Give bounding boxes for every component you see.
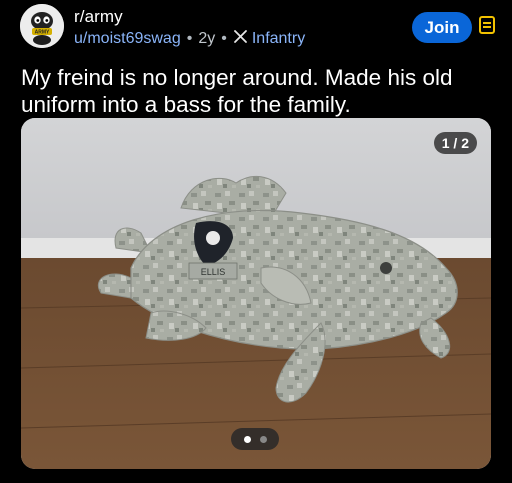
carousel-pager[interactable] <box>231 428 279 450</box>
menu-icon[interactable] <box>479 16 495 34</box>
subreddit-name[interactable]: r/army <box>74 7 123 27</box>
image-counter: 1 / 2 <box>433 132 477 154</box>
post-meta: u/moist69swag • 2y • Infantry <box>74 29 305 49</box>
subreddit-avatar[interactable]: ARMY <box>20 4 64 48</box>
meta-separator-2: • <box>221 30 227 47</box>
crossed-swords-icon <box>233 29 248 49</box>
post-header: ARMY r/army u/moist69swag • 2y • Infantr… <box>0 0 512 58</box>
post-title[interactable]: My freind is no longer around. Made his … <box>21 64 501 118</box>
post-age: 2y <box>198 30 216 47</box>
name-tape-text: ELLIS <box>201 267 226 277</box>
user-flair[interactable]: Infantry <box>252 30 305 48</box>
avatar-badge-text: ARMY <box>35 30 50 36</box>
meta-separator: • <box>186 30 193 47</box>
post-image[interactable]: ELLIS 1 / 2 <box>21 118 491 469</box>
author-link[interactable]: u/moist69swag <box>74 30 181 48</box>
fish-plush-photo: ELLIS <box>21 118 491 469</box>
join-button[interactable]: Join <box>412 12 472 43</box>
pager-dot-1[interactable] <box>243 435 251 443</box>
army-mascot-avatar-icon: ARMY <box>20 4 64 48</box>
pager-dot-2[interactable] <box>259 435 267 443</box>
